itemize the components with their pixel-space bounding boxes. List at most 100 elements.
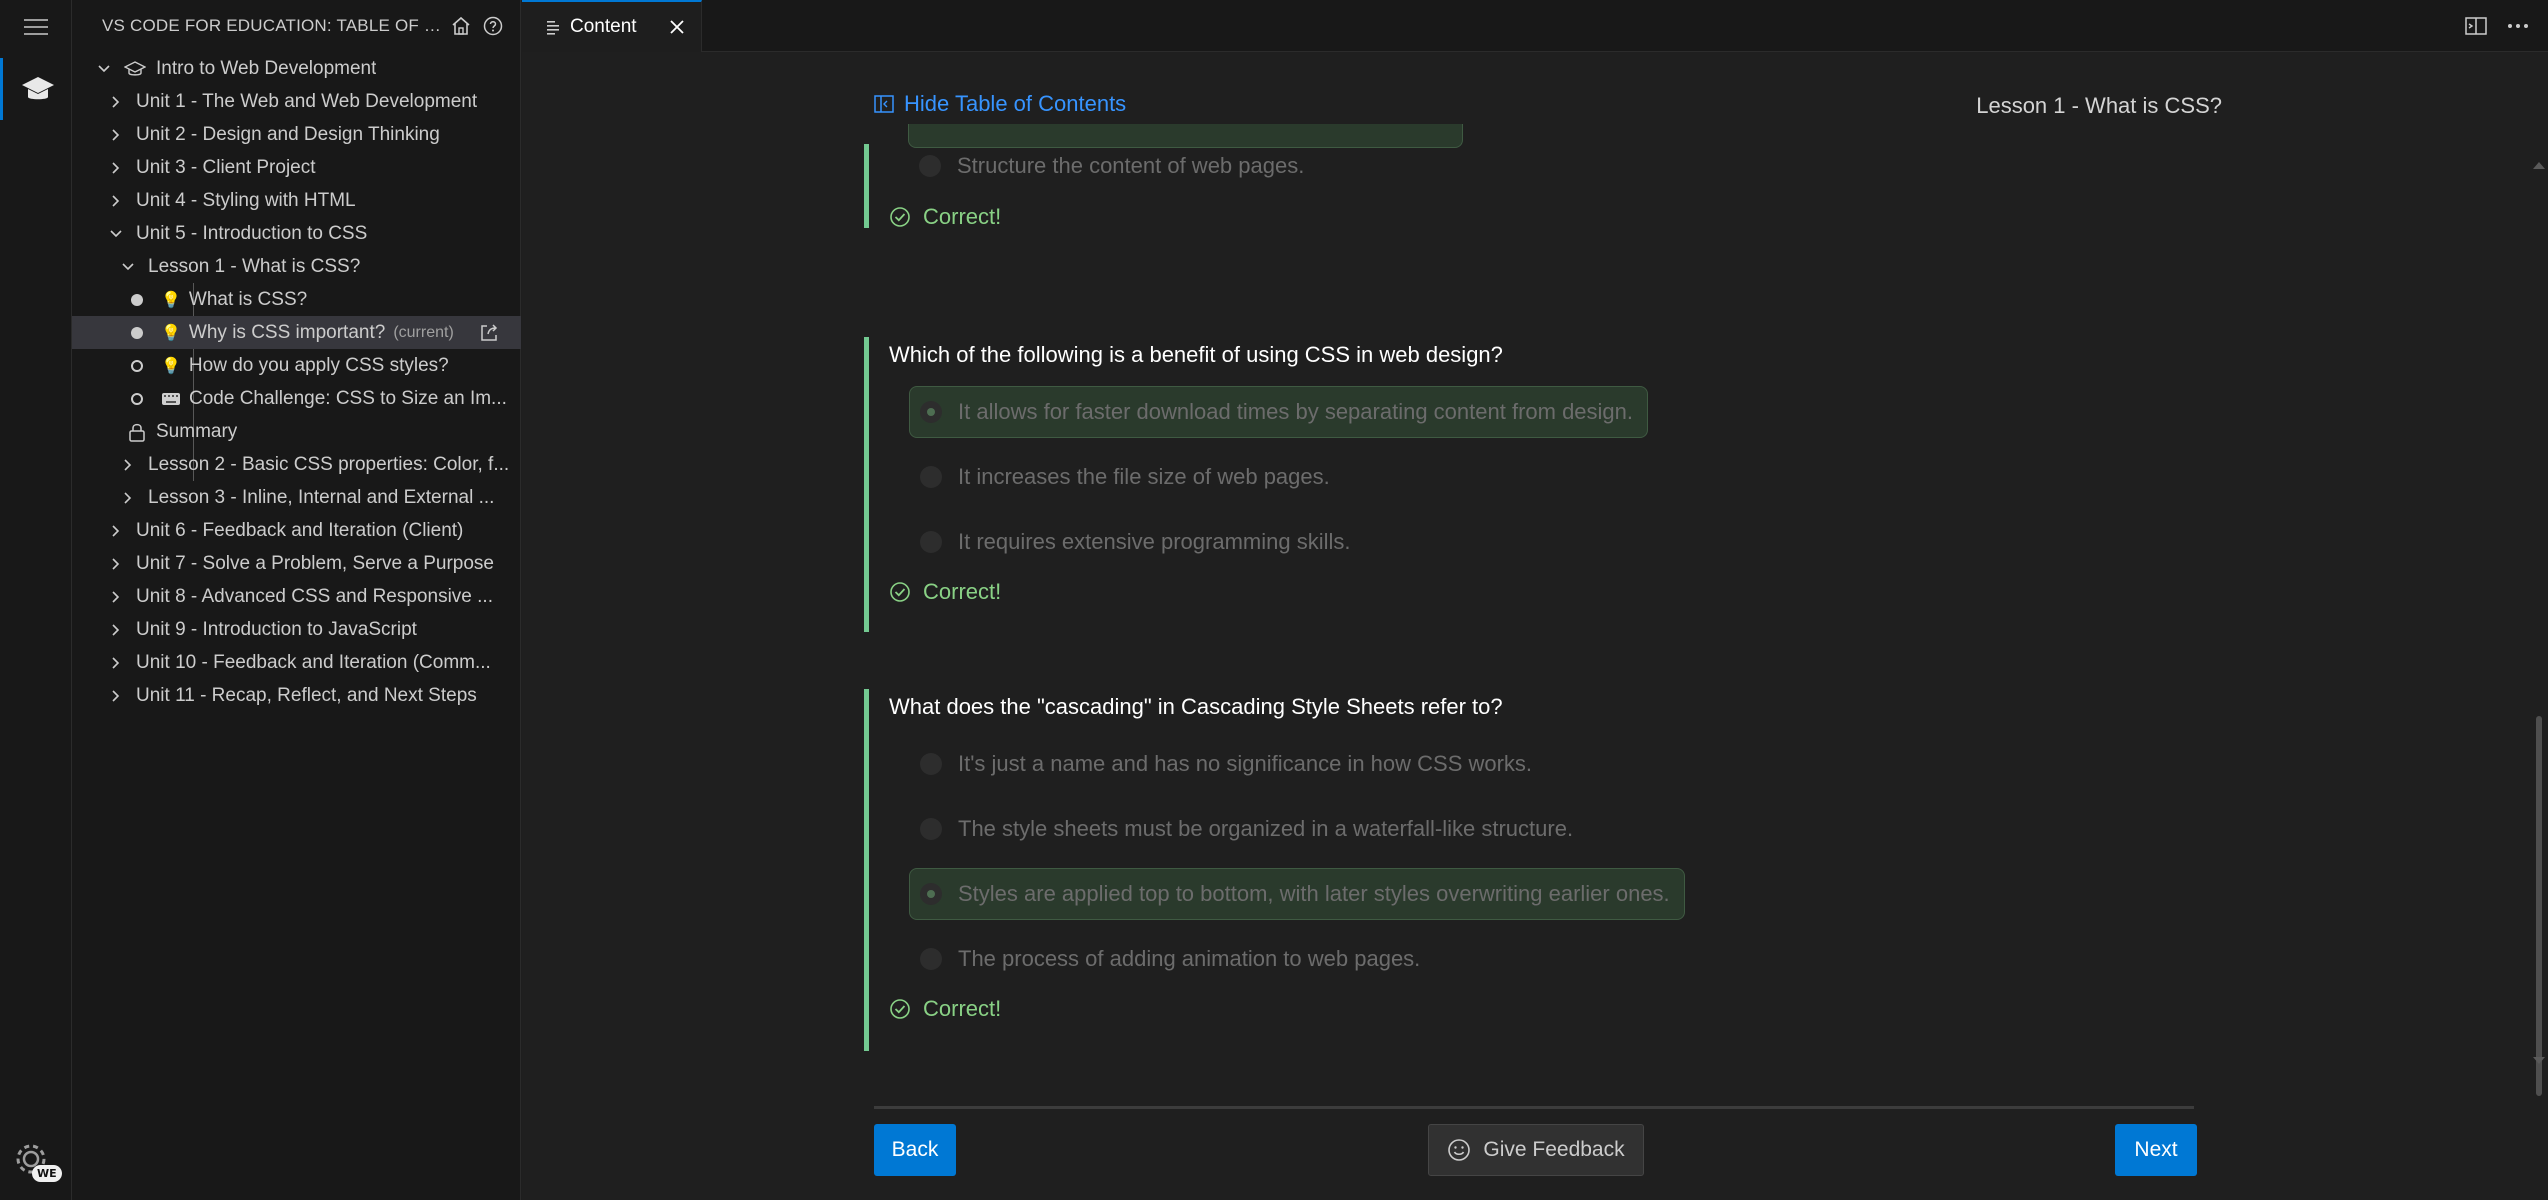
- answer-option[interactable]: It's just a name and has no significance…: [909, 738, 1547, 790]
- lock-icon: [128, 422, 146, 442]
- tree-item-unit-5[interactable]: Unit 5 - Introduction to CSS: [72, 217, 521, 250]
- answer-option[interactable]: It requires extensive programming skills…: [909, 516, 1365, 568]
- tree-item-code-challenge[interactable]: Code Challenge: CSS to Size an Im...: [72, 382, 521, 415]
- close-icon[interactable]: [665, 15, 689, 39]
- tab-content[interactable]: Content: [522, 0, 702, 52]
- hide-toc-label: Hide Table of Contents: [904, 91, 1127, 116]
- chevron-right-icon: [106, 653, 126, 673]
- open-external-icon[interactable]: [477, 321, 501, 345]
- table-of-contents-tree: Intro to Web Development Unit 1 - The We…: [72, 52, 521, 712]
- tree-item-unit-4[interactable]: Unit 4 - Styling with HTML: [72, 184, 521, 217]
- tree-item-unit-3[interactable]: Unit 3 - Client Project: [72, 151, 521, 184]
- hide-toc-link[interactable]: Hide Table of Contents: [874, 91, 1126, 117]
- option-label: The process of adding animation to web p…: [958, 946, 1421, 971]
- completed-dot-icon: [131, 293, 143, 306]
- question-text: What does the "cascading" in Cascading S…: [889, 694, 1503, 719]
- incomplete-dot-icon: [131, 392, 143, 405]
- current-badge: (current): [393, 323, 454, 341]
- back-button[interactable]: Back: [874, 1124, 956, 1176]
- option-label: It's just a name and has no significance…: [958, 751, 1533, 776]
- next-button[interactable]: Next: [2115, 1124, 2197, 1176]
- scrollbar-thumb[interactable]: [2536, 716, 2542, 1096]
- radio-button[interactable]: [920, 466, 942, 488]
- answer-option[interactable]: The style sheets must be organized in a …: [909, 803, 1588, 855]
- answer-option[interactable]: It increases the file size of web pages.: [909, 451, 1345, 503]
- chevron-right-icon: [106, 620, 126, 640]
- chevron-right-icon: [106, 587, 126, 607]
- vertical-scrollbar[interactable]: [2528, 52, 2548, 1200]
- radio-button[interactable]: [920, 948, 942, 970]
- radio-button[interactable]: [920, 753, 942, 775]
- editor-tab-bar: Content: [522, 0, 2548, 52]
- option-label: It increases the file size of web pages.: [958, 464, 1330, 489]
- check-circle-icon: [890, 999, 910, 1019]
- answer-option[interactable]: The process of adding animation to web p…: [909, 933, 1435, 985]
- question-text: Which of the following is a benefit of u…: [889, 342, 1503, 367]
- tree-item-unit-6[interactable]: Unit 6 - Feedback and Iteration (Client): [72, 514, 521, 547]
- menu-icon[interactable]: [20, 14, 52, 40]
- answer-option[interactable]: Structure the content of web pages.: [908, 140, 1319, 192]
- tree-item-summary[interactable]: Summary: [72, 415, 521, 448]
- incomplete-dot-icon: [131, 359, 143, 372]
- tree-item-label: Unit 3 - Client Project: [136, 156, 316, 178]
- radio-button[interactable]: [920, 531, 942, 553]
- tree-item-label: Summary: [156, 420, 238, 442]
- chevron-down-icon: [94, 59, 114, 79]
- option-label: It requires extensive programming skills…: [958, 529, 1351, 554]
- lightbulb-icon: 💡: [161, 324, 181, 342]
- tree-item-lesson-2[interactable]: Lesson 2 - Basic CSS properties: Color, …: [72, 448, 521, 481]
- answer-option-selected[interactable]: Styles are applied top to bottom, with l…: [909, 868, 1685, 920]
- education-icon[interactable]: [0, 58, 72, 120]
- give-feedback-button[interactable]: Give Feedback: [1428, 1124, 1644, 1176]
- tree-item-label: What is CSS?: [188, 288, 308, 310]
- tree-item-lesson-1[interactable]: Lesson 1 - What is CSS?: [72, 250, 521, 283]
- split-editor-icon[interactable]: [2462, 12, 2490, 40]
- answer-option-selected[interactable]: It allows for faster download times by s…: [909, 386, 1649, 438]
- radio-button-checked[interactable]: [920, 401, 942, 423]
- chevron-right-icon: [106, 191, 126, 211]
- quiz-question: Structure the content of web pages. Corr…: [864, 124, 2194, 229]
- tree-item-apply-css[interactable]: 💡 How do you apply CSS styles?: [72, 349, 521, 382]
- tree-item-unit-8[interactable]: Unit 8 - Advanced CSS and Responsive ...: [72, 580, 521, 613]
- help-icon[interactable]: [480, 13, 506, 39]
- quiz-question: Which of the following is a benefit of u…: [864, 337, 2194, 632]
- account-badge: WE: [32, 1165, 62, 1182]
- lesson-title: Lesson 1 - What is CSS?: [1976, 93, 2222, 118]
- tree-item-label: Lesson 3 - Inline, Internal and External…: [148, 486, 495, 508]
- tree-item-unit-7[interactable]: Unit 7 - Solve a Problem, Serve a Purpos…: [72, 547, 521, 580]
- option-label: Styles are applied top to bottom, with l…: [958, 881, 1670, 906]
- lightbulb-icon: 💡: [161, 291, 181, 309]
- tree-item-what-is-css[interactable]: 💡 What is CSS?: [72, 283, 521, 316]
- radio-button-checked[interactable]: [920, 883, 942, 905]
- option-label: Structure the content of web pages.: [957, 153, 1305, 178]
- lesson-content: Hide Table of Contents Lesson 1 - What i…: [522, 52, 2548, 1200]
- tree-item-course[interactable]: Intro to Web Development: [72, 52, 521, 85]
- option-label: It allows for faster download times by s…: [958, 399, 1634, 424]
- tree-item-label: Unit 9 - Introduction to JavaScript: [136, 618, 417, 640]
- chevron-right-icon: [106, 686, 126, 706]
- radio-button[interactable]: [920, 818, 942, 840]
- sidebar-title: VS CODE FOR EDUCATION: TABLE OF CON...: [102, 16, 442, 35]
- tree-item-label: Unit 4 - Styling with HTML: [136, 189, 356, 211]
- check-circle-icon: [890, 582, 910, 602]
- tree-item-unit-11[interactable]: Unit 11 - Recap, Reflect, and Next Steps: [72, 679, 521, 712]
- settings-icon[interactable]: WE: [12, 1140, 62, 1190]
- tree-item-label: Unit 11 - Recap, Reflect, and Next Steps: [136, 684, 477, 706]
- tree-item-unit-9[interactable]: Unit 9 - Introduction to JavaScript: [72, 613, 521, 646]
- graduation-cap-icon: [124, 60, 146, 78]
- quiz-question: What does the "cascading" in Cascading S…: [864, 689, 2194, 1051]
- keyboard-icon: [161, 392, 181, 406]
- tree-item-lesson-3[interactable]: Lesson 3 - Inline, Internal and External…: [72, 481, 521, 514]
- check-circle-icon: [890, 207, 910, 227]
- tree-item-label: How do you apply CSS styles?: [188, 354, 449, 376]
- radio-button[interactable]: [919, 155, 941, 177]
- home-icon[interactable]: [448, 13, 474, 39]
- chevron-right-icon: [106, 125, 126, 145]
- tree-item-unit-2[interactable]: Unit 2 - Design and Design Thinking: [72, 118, 521, 151]
- tree-item-label: Why is CSS important?: [188, 321, 386, 343]
- more-actions-icon[interactable]: [2504, 12, 2532, 40]
- result-text: Correct!: [923, 579, 1002, 604]
- tree-item-unit-10[interactable]: Unit 10 - Feedback and Iteration (Comm..…: [72, 646, 521, 679]
- tree-item-unit-1[interactable]: Unit 1 - The Web and Web Development: [72, 85, 521, 118]
- tree-item-why-css-important[interactable]: 💡 Why is CSS important? (current): [72, 316, 521, 349]
